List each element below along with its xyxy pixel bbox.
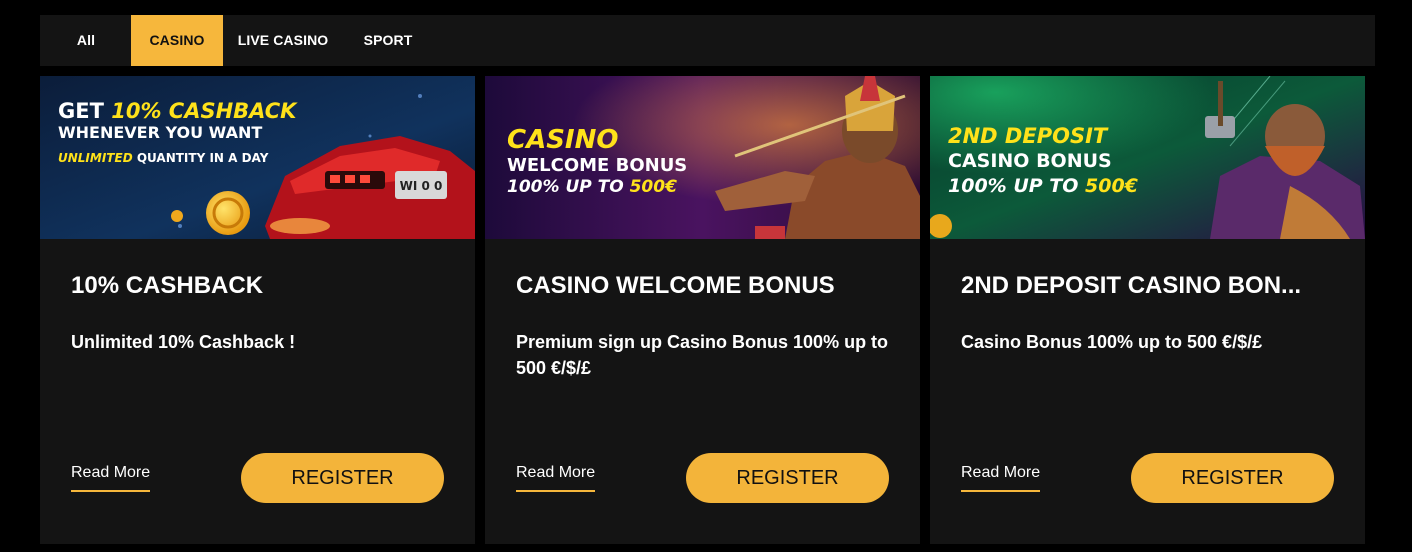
read-more-link[interactable]: Read More	[516, 464, 596, 492]
promo-card-second-deposit: 2ND DEPOSIT CASINO BONUS 100% UP TO 500€…	[930, 76, 1365, 544]
promotions-page: All CASINO LIVE CASINO SPORT WI 0 0 GET …	[0, 0, 1412, 552]
banner-headline: CASINO	[507, 125, 618, 155]
promo-card-casino-welcome: CASINO WELCOME BONUS 100% UP TO 500€ CAS…	[485, 76, 920, 544]
card-description: Premium sign up Casino Bonus 100% up to …	[516, 332, 889, 378]
register-button[interactable]: REGISTER	[241, 453, 444, 503]
register-button[interactable]: REGISTER	[686, 453, 889, 503]
banner-headline: GET 10% CASHBACK	[58, 99, 298, 123]
promo-card-cashback: WI 0 0 GET 10% CASHBACK WHENEVER YOU WAN…	[40, 76, 475, 544]
banner-subline: WELCOME BONUS	[507, 155, 687, 176]
license-plate-text: WI 0 0	[400, 179, 443, 193]
promo-banner-casino-welcome[interactable]: CASINO WELCOME BONUS 100% UP TO 500€	[485, 76, 920, 239]
card-description: Unlimited 10% Cashback !	[71, 332, 296, 352]
read-more-link[interactable]: Read More	[71, 464, 151, 492]
read-more-link[interactable]: Read More	[961, 464, 1041, 492]
tab-live-casino[interactable]: LIVE CASINO	[232, 15, 334, 66]
banner-tagline: 100% UP TO 500€	[948, 175, 1139, 197]
category-tabs: All CASINO LIVE CASINO SPORT	[40, 15, 1375, 66]
card-description: Casino Bonus 100% up to 500 €/$/£	[961, 332, 1263, 352]
banner-subline: WHENEVER YOU WANT	[58, 123, 262, 142]
card-title: 2ND DEPOSIT CASINO BON...	[961, 272, 1302, 299]
banner-subline: CASINO BONUS	[948, 150, 1112, 172]
banner-tagline: 100% UP TO 500€	[507, 177, 677, 197]
promo-banner-cashback[interactable]: WI 0 0 GET 10% CASHBACK WHENEVER YOU WAN…	[40, 76, 475, 239]
register-button[interactable]: REGISTER	[1131, 453, 1334, 503]
tab-casino[interactable]: CASINO	[131, 15, 223, 66]
banner-tagline: UNLIMITED QUANTITY IN A DAY	[58, 151, 269, 165]
card-title: 10% CASHBACK	[71, 272, 264, 299]
banner-headline: 2ND DEPOSIT	[948, 124, 1109, 148]
tab-all[interactable]: All	[58, 15, 114, 66]
card-title: CASINO WELCOME BONUS	[516, 272, 835, 299]
tab-sport[interactable]: SPORT	[352, 15, 424, 66]
promo-banner-second-deposit[interactable]: 2ND DEPOSIT CASINO BONUS 100% UP TO 500€	[930, 76, 1365, 239]
